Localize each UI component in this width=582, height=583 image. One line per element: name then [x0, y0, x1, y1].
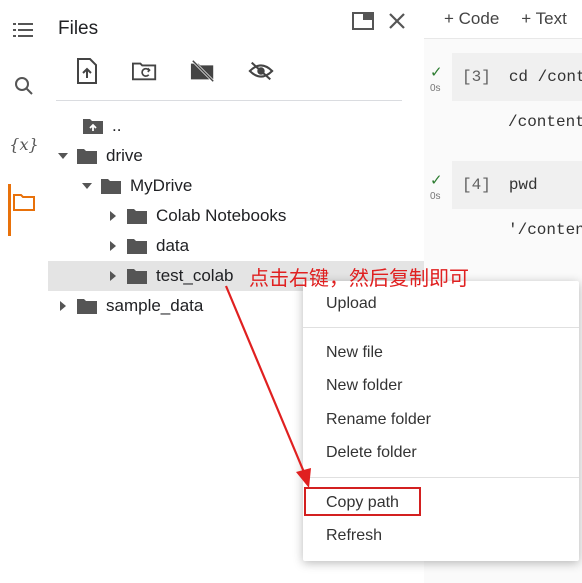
check-icon: ✓ — [430, 172, 443, 189]
exec-time: 0s — [430, 83, 441, 94]
tree-row-data[interactable]: data — [48, 231, 424, 261]
refresh-button[interactable] — [132, 58, 158, 84]
tree-label: Colab Notebooks — [156, 206, 287, 225]
close-icon[interactable] — [388, 12, 406, 30]
menu-separator — [303, 477, 579, 478]
variables-icon: {x} — [9, 134, 39, 154]
folder-icon — [127, 269, 147, 284]
variables-button[interactable]: {x} — [0, 122, 48, 166]
folder-refresh-icon — [132, 62, 157, 81]
tree-row-colab-notebooks[interactable]: Colab Notebooks — [48, 201, 424, 231]
code-editor[interactable]: [4] pwd — [452, 161, 582, 209]
table-of-contents-button[interactable] — [0, 8, 48, 52]
folder-icon — [77, 299, 97, 314]
toggle-hidden-button[interactable] — [248, 58, 274, 84]
files-toolbar — [74, 58, 274, 84]
tree-label: data — [156, 236, 190, 255]
caret-right-icon[interactable] — [108, 270, 118, 282]
add-text-button[interactable]: + Text — [521, 9, 567, 29]
menu-item-upload[interactable]: Upload — [303, 289, 579, 319]
notebook-toolbar: + Code + Text — [424, 0, 582, 39]
menu-item-new-file[interactable]: New file — [303, 338, 579, 368]
code-text: pwd — [508, 176, 538, 194]
annotation-text: 点击右键，然后复制即可 — [249, 268, 469, 290]
search-icon — [15, 77, 33, 95]
tree-row-mydrive[interactable]: MyDrive — [48, 171, 424, 201]
menu-item-new-folder[interactable]: New folder — [303, 371, 579, 401]
folder-icon — [77, 149, 97, 164]
folder-icon — [101, 179, 121, 194]
exec-time: 0s — [430, 191, 441, 202]
files-button[interactable] — [0, 180, 48, 236]
exec-count: [4] — [462, 176, 491, 194]
tree-label: sample_data — [106, 296, 204, 315]
menu-item-delete-folder[interactable]: Delete folder — [303, 438, 579, 468]
context-menu: Upload New file New folder Rename folder… — [303, 281, 579, 561]
tree-label: test_colab — [156, 266, 234, 285]
upload-button[interactable] — [74, 58, 100, 84]
cell-output: /content — [508, 113, 582, 131]
highlight-box — [304, 487, 421, 516]
exec-count: [3] — [462, 68, 491, 86]
list-icon — [13, 23, 33, 37]
tree-label: drive — [106, 146, 143, 165]
panel-actions — [352, 12, 406, 30]
caret-down-icon[interactable] — [82, 180, 92, 192]
menu-item-rename-folder[interactable]: Rename folder — [303, 405, 579, 435]
caret-right-icon[interactable] — [108, 210, 118, 222]
tree-label: .. — [112, 116, 122, 135]
eye-off-icon — [248, 61, 274, 81]
caret-right-icon[interactable] — [58, 300, 68, 312]
upload-file-icon — [77, 58, 97, 84]
toolbar-divider — [56, 100, 402, 101]
menu-separator — [303, 327, 579, 328]
tree-row-parent[interactable]: .. — [48, 111, 424, 141]
cell-output: '/content — [508, 221, 582, 239]
tree-label: MyDrive — [130, 176, 193, 195]
drive-off-icon — [190, 59, 215, 83]
menu-item-refresh[interactable]: Refresh — [303, 521, 579, 551]
tree-row-drive[interactable]: drive — [48, 141, 424, 171]
caret-down-icon[interactable] — [58, 150, 68, 162]
code-text: cd /content — [508, 68, 582, 86]
mount-drive-button[interactable] — [190, 58, 216, 84]
folder-icon — [127, 209, 147, 224]
left-rail: {x} — [0, 0, 48, 583]
folder-icon — [127, 239, 147, 254]
new-window-icon[interactable] — [352, 12, 374, 30]
code-editor[interactable]: [3] cd /content — [452, 53, 582, 101]
add-code-button[interactable]: + Code — [444, 9, 499, 29]
folder-outline-icon — [13, 194, 35, 211]
check-icon: ✓ — [430, 64, 443, 81]
search-button[interactable] — [0, 64, 48, 108]
panel-title: Files — [58, 18, 99, 39]
folder-up-icon — [83, 119, 103, 134]
caret-right-icon[interactable] — [108, 240, 118, 252]
